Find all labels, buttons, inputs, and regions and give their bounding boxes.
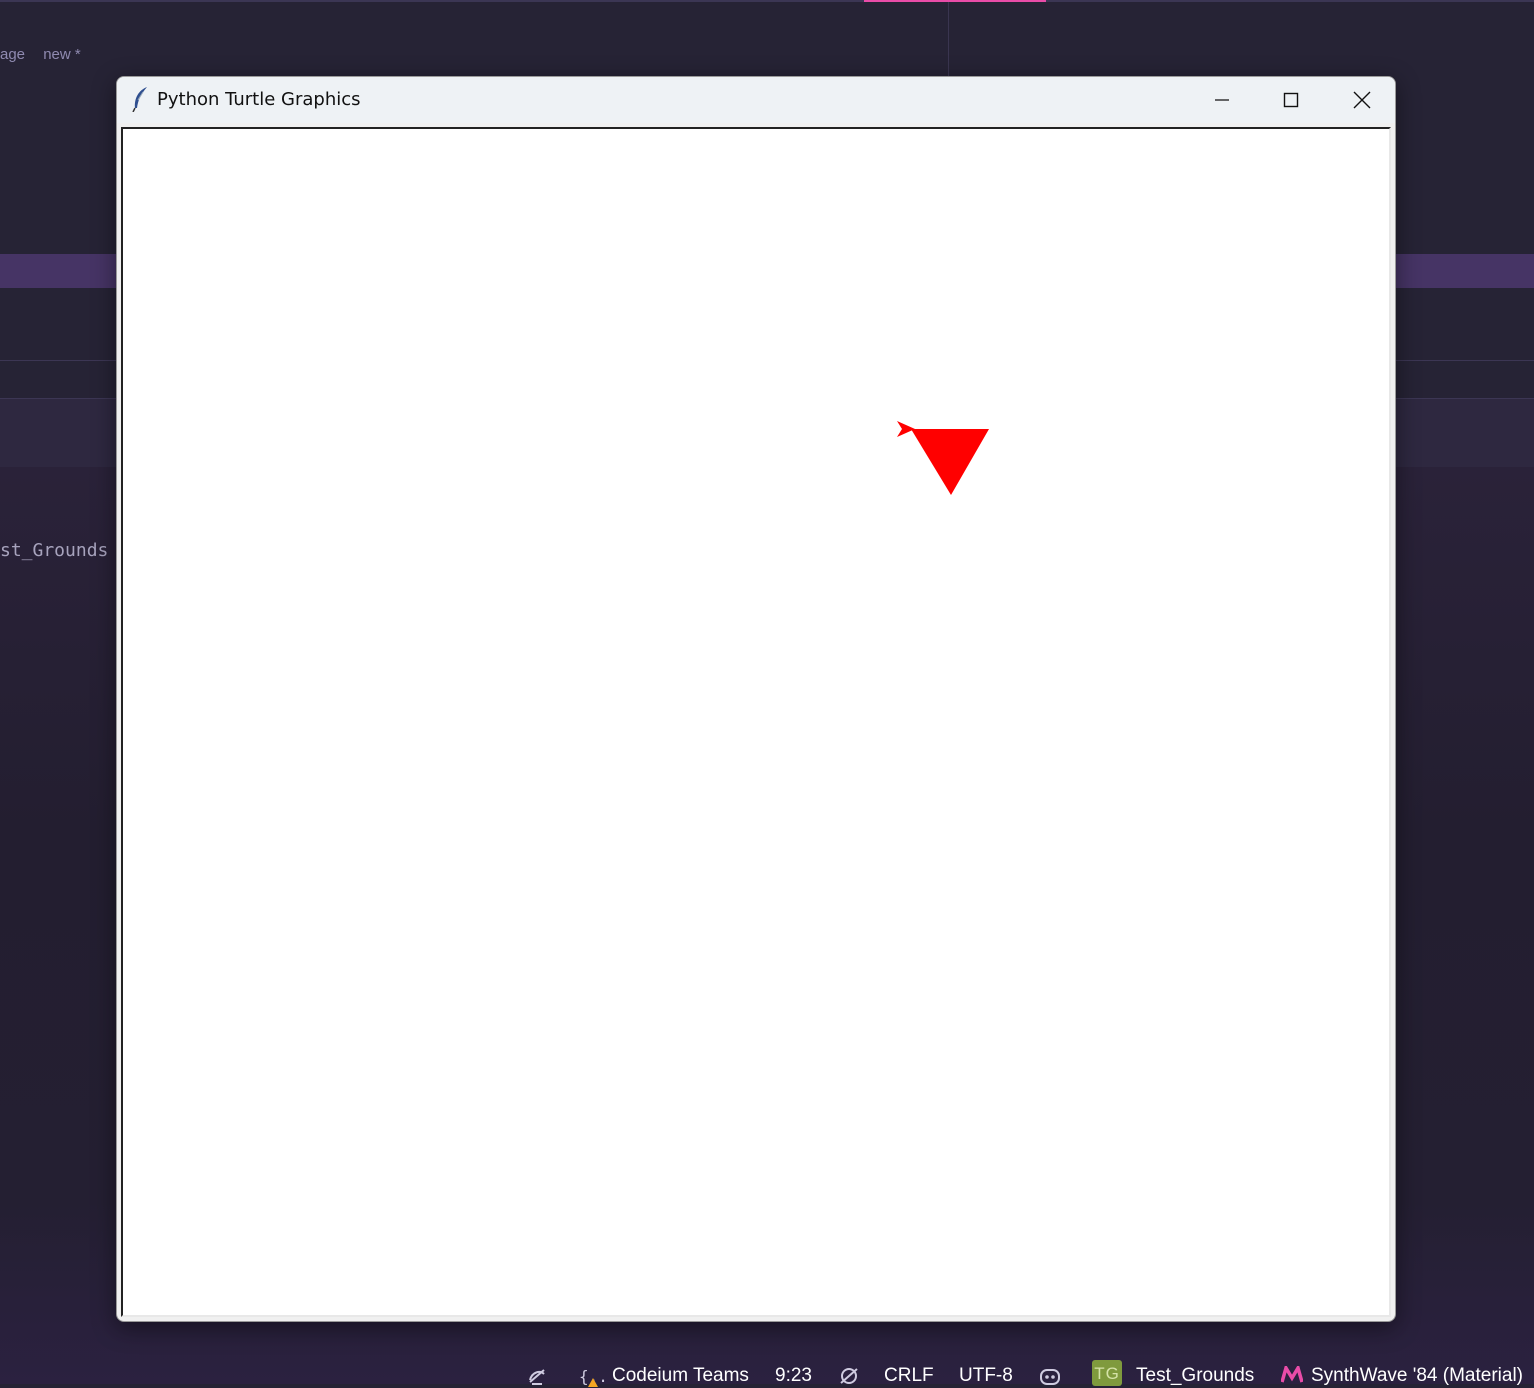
close-icon bbox=[1353, 91, 1371, 109]
window-title: Python Turtle Graphics bbox=[157, 89, 361, 110]
maximize-button[interactable] bbox=[1256, 77, 1326, 123]
copilot-icon[interactable] bbox=[1038, 1366, 1062, 1386]
red-triangle bbox=[911, 429, 989, 495]
window-titlebar[interactable]: Python Turtle Graphics bbox=[117, 77, 1395, 123]
active-tab-indicator bbox=[864, 0, 1046, 2]
minimize-icon bbox=[1215, 99, 1229, 101]
file-encoding[interactable]: UTF-8 bbox=[959, 1364, 1013, 1388]
sync-off-icon[interactable] bbox=[526, 1366, 548, 1386]
ide-tab-page[interactable]: age bbox=[0, 46, 25, 63]
turtle-canvas-frame[interactable] bbox=[121, 127, 1391, 1317]
color-theme[interactable]: SynthWave '84 (Material) bbox=[1311, 1364, 1523, 1388]
project-badge[interactable]: TG bbox=[1092, 1360, 1122, 1386]
codeium-status[interactable]: Codeium Teams bbox=[612, 1364, 749, 1388]
cursor-position[interactable]: 9:23 bbox=[775, 1364, 812, 1388]
synthwave-theme-icon[interactable] bbox=[1281, 1366, 1303, 1384]
ports-off-icon[interactable] bbox=[838, 1366, 860, 1386]
codeium-icon[interactable]: {..} bbox=[579, 1366, 605, 1388]
terminal-path-fragment: st_Grounds bbox=[0, 540, 109, 561]
turtle-canvas[interactable] bbox=[123, 129, 1389, 1315]
feather-icon bbox=[132, 87, 147, 112]
close-button[interactable] bbox=[1327, 77, 1395, 123]
minimize-button[interactable] bbox=[1187, 77, 1257, 123]
ide-tab-new[interactable]: new * bbox=[43, 46, 81, 63]
maximize-icon bbox=[1283, 92, 1299, 108]
line-ending[interactable]: CRLF bbox=[884, 1364, 934, 1388]
status-bar: {..} Codeium Teams 9:23 CRLF UTF-8 Test_… bbox=[0, 1354, 1534, 1387]
turtle-arrow-icon bbox=[897, 421, 915, 437]
ide-tab-strip: age new * bbox=[0, 46, 95, 68]
turtle-graphics-window: Python Turtle Graphics bbox=[116, 76, 1396, 1322]
ide-top-border bbox=[0, 0, 1534, 2]
editor-split-divider bbox=[948, 2, 949, 76]
project-name[interactable]: Test_Grounds bbox=[1136, 1364, 1254, 1388]
